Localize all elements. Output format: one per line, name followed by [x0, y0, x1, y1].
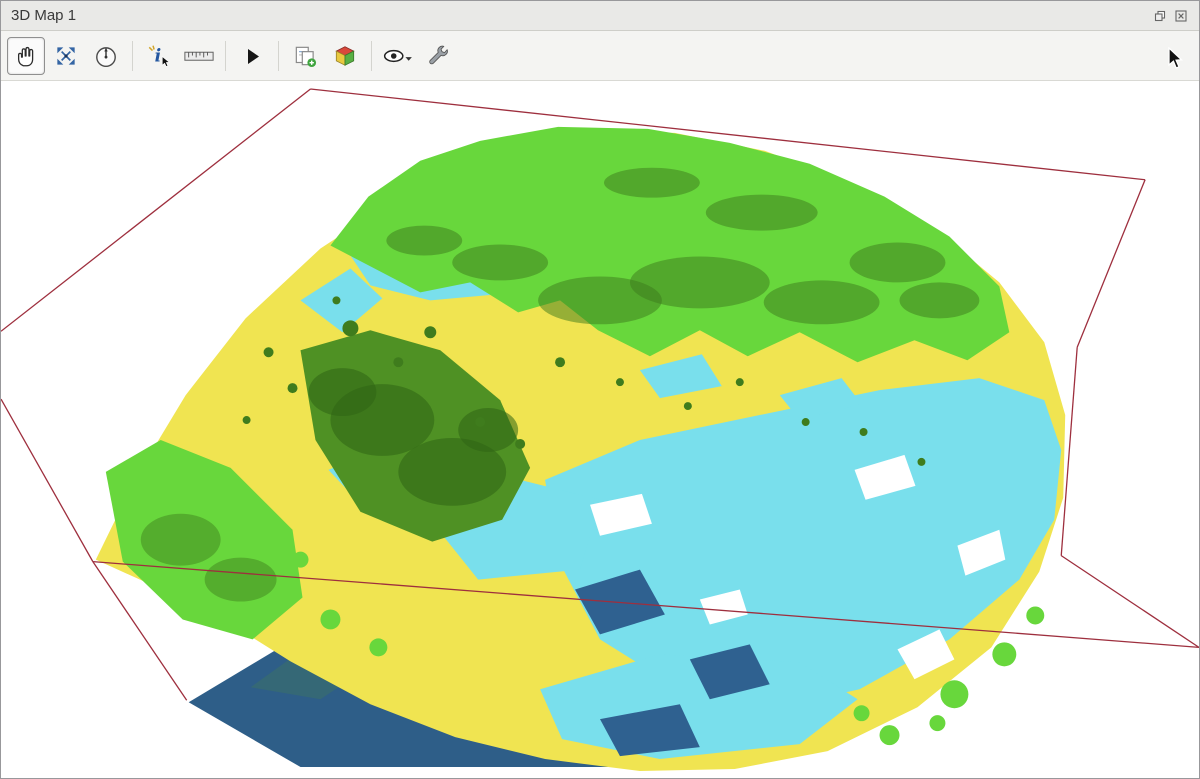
3d-map-window: 3D Map 1: [0, 0, 1200, 779]
wrench-icon: [425, 43, 451, 69]
camera-visibility-button[interactable]: [379, 37, 417, 75]
effects-3d-button[interactable]: [326, 37, 364, 75]
cube-3d-icon: [332, 43, 358, 69]
toolbar-separator: [371, 41, 372, 71]
play-icon: [240, 44, 264, 68]
identify-info-icon: i: [146, 43, 172, 69]
play-animation-button[interactable]: [233, 37, 271, 75]
eye-dropdown-icon: [382, 43, 414, 69]
ruler-icon: [183, 43, 215, 69]
zoom-full-button[interactable]: [47, 37, 85, 75]
toolbar-separator: [225, 41, 226, 71]
close-icon: [1174, 9, 1188, 23]
toolbar: i: [1, 31, 1199, 81]
camera-angle-button[interactable]: [87, 37, 125, 75]
undock-button[interactable]: [1152, 8, 1168, 24]
identify-button[interactable]: i: [140, 37, 178, 75]
undock-icon: [1153, 9, 1167, 23]
toolbar-separator: [278, 41, 279, 71]
expand-arrows-icon: [53, 43, 79, 69]
export-scene-button[interactable]: [286, 37, 324, 75]
pan-tool-button[interactable]: [7, 37, 45, 75]
window-controls: [1152, 8, 1189, 24]
svg-text:i: i: [155, 46, 162, 66]
titlebar[interactable]: 3D Map 1: [1, 1, 1199, 31]
gauge-icon: [93, 43, 119, 69]
toolbar-separator: [132, 41, 133, 71]
configure-button[interactable]: [419, 37, 457, 75]
point-cloud-terrain: [96, 127, 1065, 771]
window-title: 3D Map 1: [11, 7, 76, 24]
measure-button[interactable]: [180, 37, 218, 75]
scene-3d: [1, 81, 1199, 778]
hand-icon: [13, 43, 39, 69]
export-pages-icon: [292, 43, 318, 69]
close-button[interactable]: [1173, 8, 1189, 24]
map-viewport[interactable]: [1, 81, 1199, 778]
